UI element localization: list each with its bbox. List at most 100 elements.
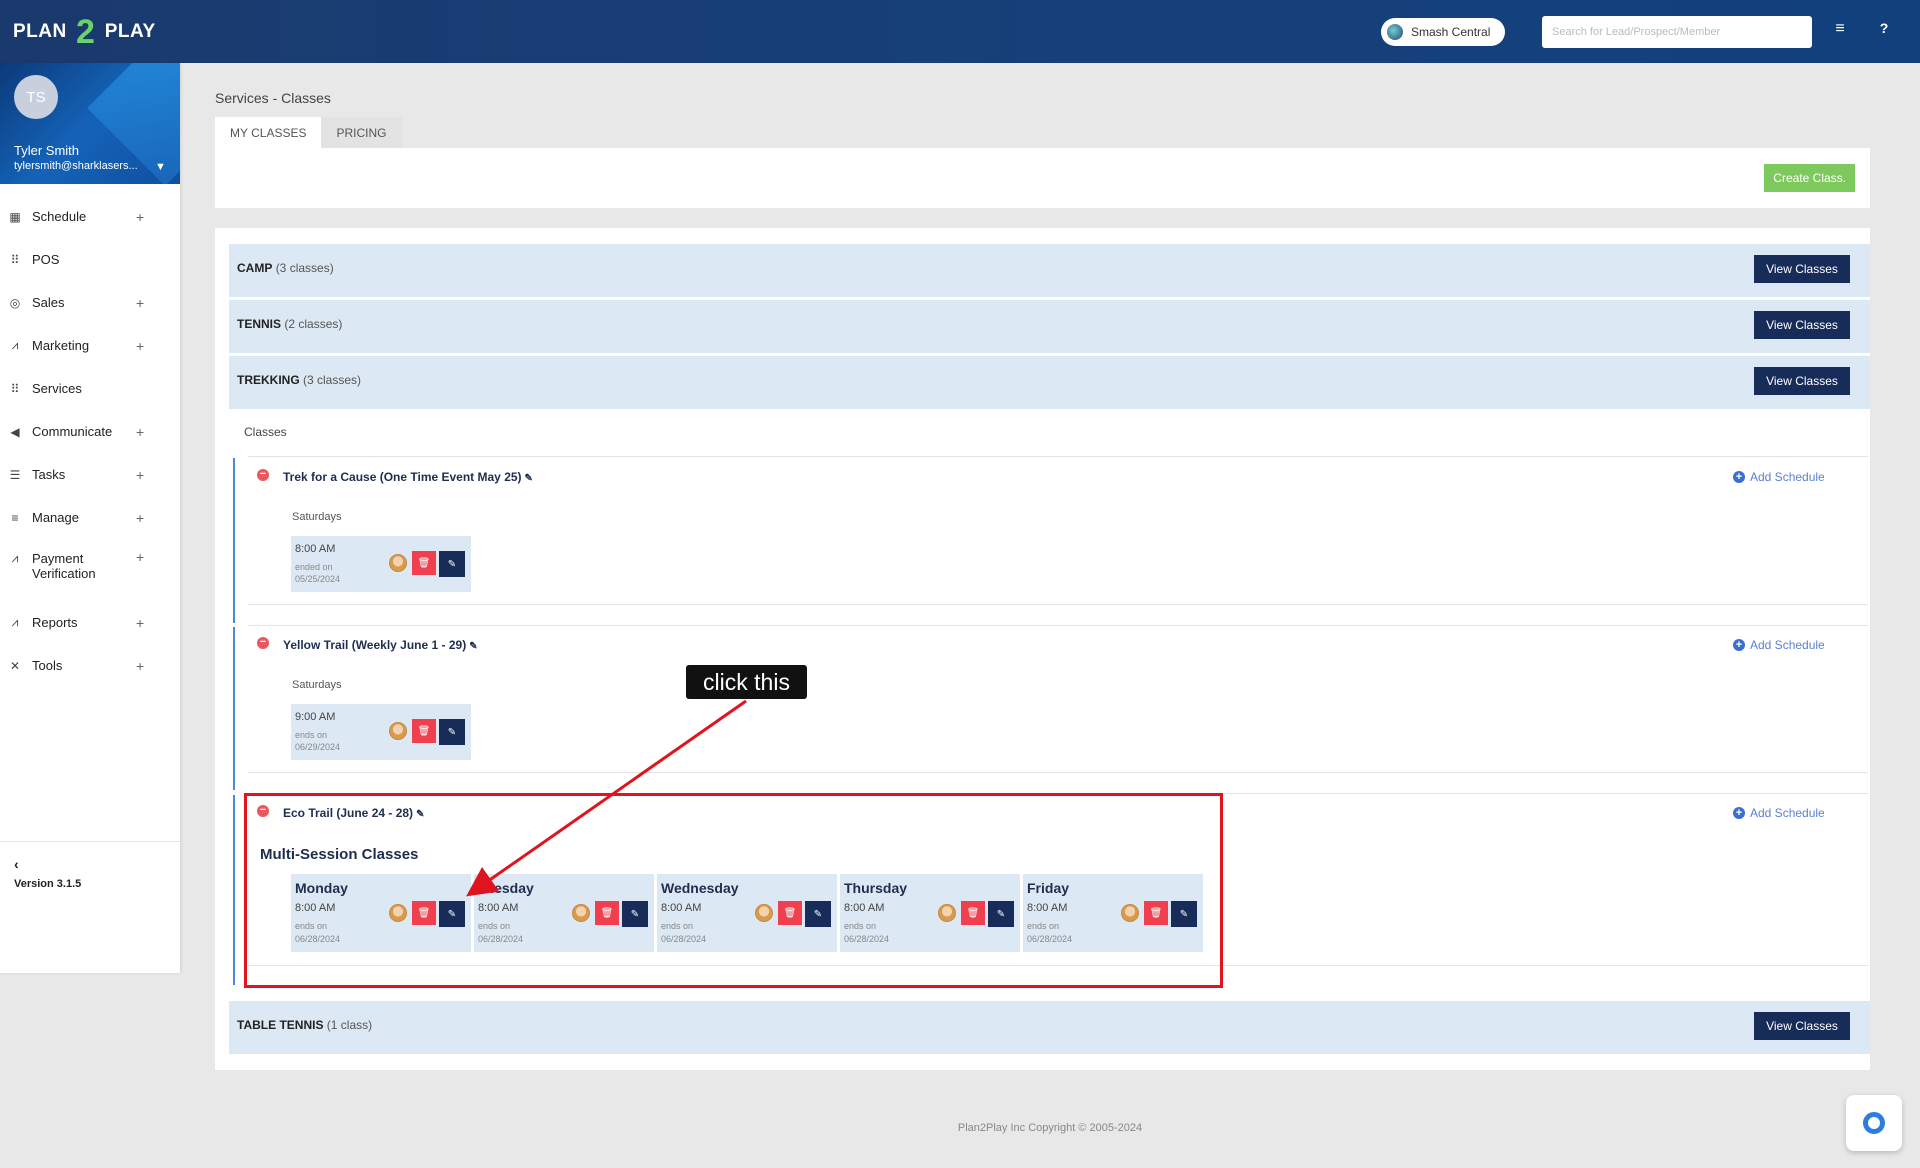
sidebar-item-communicate[interactable]: ◀ Communicate + [0, 410, 180, 453]
sidebar-item-manage[interactable]: ≡ Manage + [0, 496, 180, 539]
expand-icon[interactable]: + [136, 209, 144, 225]
sidebar-item-marketing[interactable]: ⩘ Marketing + [0, 324, 180, 367]
expand-icon[interactable]: + [136, 549, 144, 565]
expand-icon[interactable]: + [136, 424, 144, 440]
slot-day: Friday [1027, 880, 1070, 896]
label-line1: Payment [32, 551, 84, 566]
pencil-icon[interactable]: ✎ [525, 473, 533, 484]
classes-section-label: Classes [244, 425, 287, 439]
instructor-avatar[interactable] [1121, 904, 1139, 922]
edit-schedule-button[interactable]: ✎ [439, 719, 465, 745]
add-schedule-link[interactable]: + Add Schedule [1733, 638, 1825, 652]
multi-session-slot-thursday: Thursday 8:00 AM ends on 06/28/2024 🗑 ✎ [840, 874, 1020, 952]
category-row-table-tennis[interactable]: TABLE TENNIS (1 class) View Classes [229, 1001, 1870, 1054]
plus-circle-icon: + [1733, 639, 1745, 651]
help-button[interactable] [1846, 1095, 1902, 1151]
slot-end-label: ends on [478, 921, 511, 931]
delete-schedule-button[interactable]: 🗑 [961, 901, 985, 925]
category-row-camp[interactable]: CAMP (3 classes) View Classes [229, 244, 1870, 297]
tab-my-classes[interactable]: MY CLASSES [215, 117, 322, 149]
class-name[interactable]: Yellow Trail (Weekly June 1 - 29) ✎ [283, 638, 478, 652]
class-name-text: Yellow Trail (Weekly June 1 - 29) [283, 638, 467, 652]
delete-schedule-button[interactable]: 🗑 [412, 901, 436, 925]
tab-pricing[interactable]: PRICING [321, 117, 402, 149]
class-name[interactable]: Trek for a Cause (One Time Event May 25)… [283, 470, 533, 484]
annotation-callout: click this [686, 665, 807, 699]
class-name[interactable]: Eco Trail (June 24 - 28) ✎ [283, 806, 424, 820]
sidebar-item-sales[interactable]: ◎ Sales + [0, 281, 180, 324]
divider [248, 793, 1868, 794]
expand-icon[interactable]: + [136, 467, 144, 483]
megaphone-icon: ◀ [10, 424, 20, 439]
edit-schedule-button[interactable]: ✎ [805, 901, 831, 927]
instructor-avatar[interactable] [572, 904, 590, 922]
hamburger-icon[interactable]: ≡ [1830, 20, 1850, 38]
category-row-tennis[interactable]: TENNIS (2 classes) View Classes [229, 300, 1870, 353]
category-row-trekking[interactable]: TREKKING (3 classes) View Classes [229, 356, 1870, 409]
expand-icon[interactable]: + [136, 658, 144, 674]
sidebar-item-payment-verification[interactable]: ⩘ Payment Verification + [0, 539, 180, 601]
slot-end-date: 06/28/2024 [844, 934, 890, 944]
edit-schedule-button[interactable]: ✎ [1171, 901, 1197, 927]
delete-schedule-button[interactable]: 🗑 [412, 719, 436, 743]
sidebar-item-label: Payment Verification [32, 551, 96, 581]
slot-end-date: 06/29/2024 [295, 742, 341, 752]
class-accent [233, 795, 235, 985]
sidebar-item-reports[interactable]: ⩘ Reports + [0, 601, 180, 644]
sidebar-item-tasks[interactable]: ☰ Tasks + [0, 453, 180, 496]
edit-schedule-button[interactable]: ✎ [622, 901, 648, 927]
remove-class-icon[interactable]: − [257, 805, 269, 817]
expand-icon[interactable]: + [136, 510, 144, 526]
expand-icon[interactable]: + [136, 295, 144, 311]
pencil-icon[interactable]: ✎ [469, 641, 477, 652]
question-icon[interactable]: ? [1874, 20, 1894, 36]
edit-schedule-button[interactable]: ✎ [439, 551, 465, 577]
instructor-avatar[interactable] [755, 904, 773, 922]
add-schedule-link[interactable]: + Add Schedule [1733, 470, 1825, 484]
remove-class-icon[interactable]: − [257, 469, 269, 481]
category-count: (3 classes) [303, 373, 362, 387]
sidebar-item-label: Manage [32, 510, 79, 525]
instructor-avatar[interactable] [938, 904, 956, 922]
view-classes-button[interactable]: View Classes [1754, 1012, 1850, 1040]
add-schedule-link[interactable]: + Add Schedule [1733, 806, 1825, 820]
divider [248, 965, 1868, 966]
delete-schedule-button[interactable]: 🗑 [778, 901, 802, 925]
pencil-icon[interactable]: ✎ [416, 809, 424, 820]
sidebar-item-tools[interactable]: ✕ Tools + [0, 644, 180, 687]
view-classes-button[interactable]: View Classes [1754, 367, 1850, 395]
day-label: Saturdays [292, 511, 342, 523]
collapse-sidebar-icon[interactable]: ‹ [14, 856, 180, 872]
location-selector[interactable]: Smash Central [1381, 18, 1505, 46]
delete-schedule-button[interactable]: 🗑 [412, 551, 436, 575]
class-name-text: Trek for a Cause (One Time Event May 25) [283, 470, 522, 484]
chevron-down-icon[interactable]: ▼ [155, 161, 166, 173]
instructor-avatar[interactable] [389, 904, 407, 922]
sidebar-item-pos[interactable]: ⠿ POS [0, 238, 180, 281]
profile-panel[interactable]: TS Tyler Smith tylersmith@sharklasers...… [0, 63, 180, 184]
user-name: Tyler Smith [14, 143, 80, 158]
instructor-avatar[interactable] [389, 722, 407, 740]
expand-icon[interactable]: + [136, 615, 144, 631]
edit-schedule-button[interactable]: ✎ [439, 901, 465, 927]
slot-end-label: ends on [1027, 921, 1060, 931]
sidebar-item-schedule[interactable]: ▦ Schedule + [0, 195, 180, 238]
view-classes-button[interactable]: View Classes [1754, 255, 1850, 283]
view-classes-button[interactable]: View Classes [1754, 311, 1850, 339]
category-count: (3 classes) [275, 261, 334, 275]
category-title: TABLE TENNIS (1 class) [237, 1018, 372, 1032]
search-input[interactable] [1542, 16, 1812, 48]
plan2play-logo[interactable]: PLAN 2 PLAY [13, 13, 156, 51]
avatar[interactable]: TS [14, 75, 58, 119]
delete-schedule-button[interactable]: 🗑 [595, 901, 619, 925]
remove-class-icon[interactable]: − [257, 637, 269, 649]
sidebar-item-services[interactable]: ⠿ Services [0, 367, 180, 410]
edit-schedule-button[interactable]: ✎ [988, 901, 1014, 927]
delete-schedule-button[interactable]: 🗑 [1144, 901, 1168, 925]
category-name: TREKKING [237, 373, 300, 387]
create-class-button[interactable]: Create Class. [1764, 164, 1855, 192]
instructor-avatar[interactable] [389, 554, 407, 572]
divider [248, 625, 1868, 626]
expand-icon[interactable]: + [136, 338, 144, 354]
tools-icon: ✕ [9, 658, 21, 673]
